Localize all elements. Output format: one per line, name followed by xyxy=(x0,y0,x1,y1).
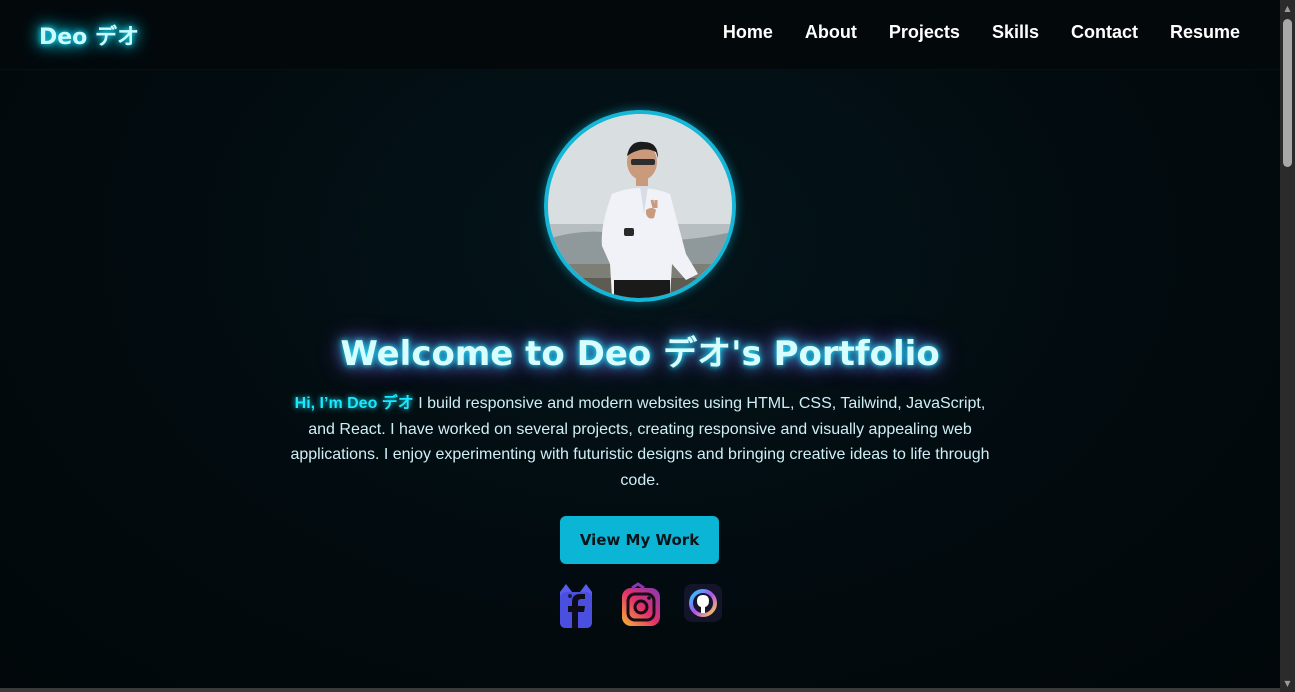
github-link[interactable] xyxy=(682,582,730,630)
scroll-down-arrow-icon[interactable]: ▼ xyxy=(1280,675,1295,692)
scrollbar-thumb[interactable] xyxy=(1283,19,1292,167)
scroll-up-arrow-icon[interactable]: ▲ xyxy=(1280,0,1295,17)
github-icon xyxy=(684,584,722,622)
social-links xyxy=(552,582,732,630)
page: Deo デオ Home About Projects Skills Contac… xyxy=(0,0,1280,692)
profile-avatar xyxy=(544,110,736,302)
vertical-scrollbar[interactable]: ▲ ▼ xyxy=(1280,0,1295,692)
nav-link-projects[interactable]: Projects xyxy=(889,22,960,43)
facebook-link[interactable] xyxy=(552,582,600,630)
view-my-work-button[interactable]: View My Work xyxy=(560,516,719,564)
horizontal-scrollbar[interactable] xyxy=(0,688,1280,692)
instagram-icon xyxy=(622,582,660,626)
instagram-link[interactable] xyxy=(618,582,666,630)
intro-highlight: Hi, I’m Deo デオ xyxy=(294,395,414,412)
hero-title: Welcome to Deo デオ's Portfolio xyxy=(340,334,940,374)
intro-paragraph: Hi, I’m Deo デオ I build responsive and mo… xyxy=(285,391,995,493)
main-nav: Home About Projects Skills Contact Resum… xyxy=(723,22,1240,43)
nav-link-skills[interactable]: Skills xyxy=(992,22,1039,43)
nav-link-contact[interactable]: Contact xyxy=(1071,22,1138,43)
profile-photo xyxy=(548,114,732,298)
navbar: Deo デオ Home About Projects Skills Contac… xyxy=(0,0,1280,70)
nav-link-about[interactable]: About xyxy=(805,22,857,43)
site-logo[interactable]: Deo デオ xyxy=(39,19,139,51)
facebook-icon xyxy=(560,584,592,628)
nav-link-resume[interactable]: Resume xyxy=(1170,22,1240,43)
nav-link-home[interactable]: Home xyxy=(723,22,773,43)
